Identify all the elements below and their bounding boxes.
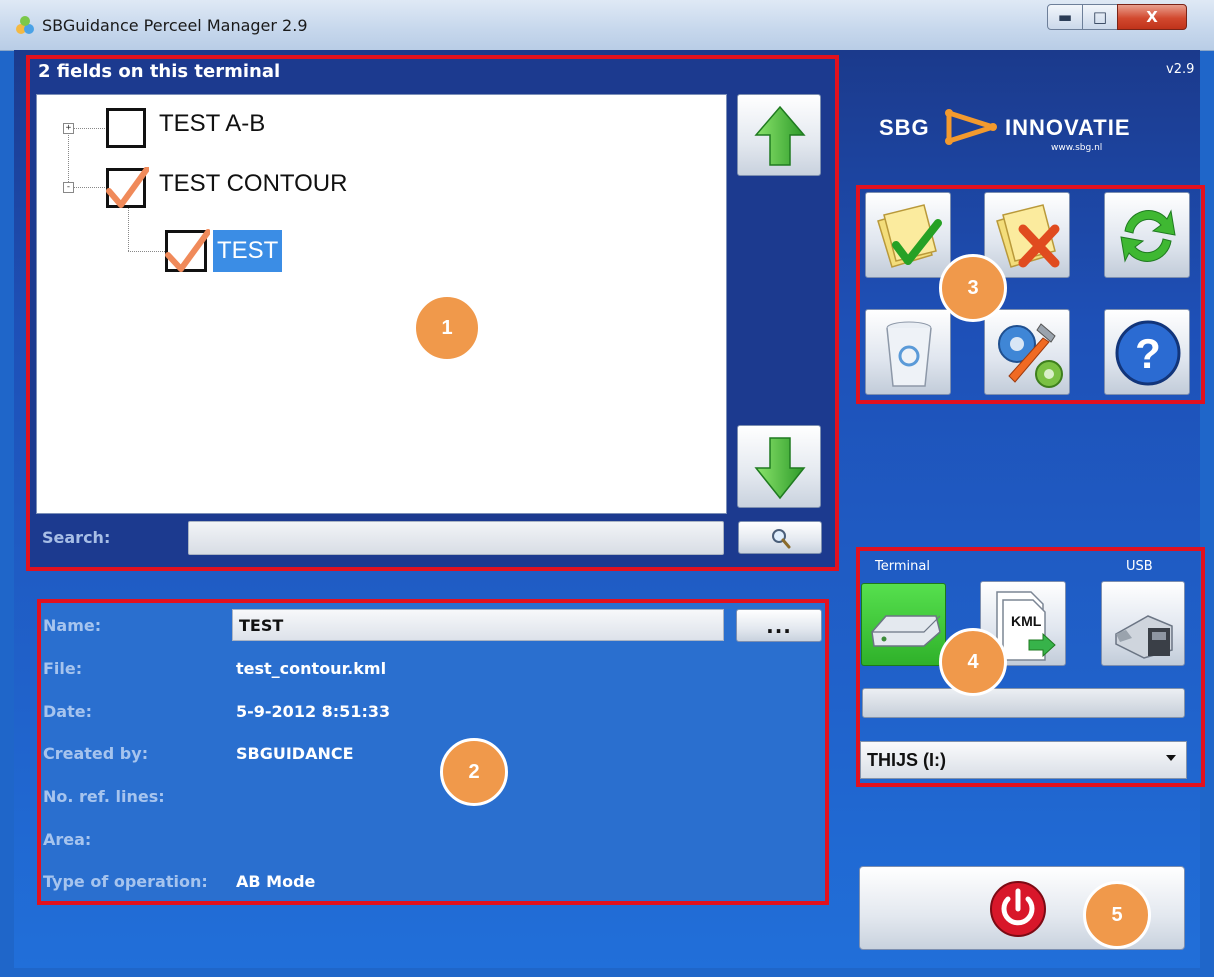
ref-lines-label: No. ref. lines:	[43, 787, 165, 806]
logo-arrow-icon	[945, 109, 997, 145]
settings-gears-icon	[998, 323, 1063, 388]
fields-panel-title: 2 fields on this terminal	[38, 61, 281, 82]
move-down-button[interactable]	[737, 425, 821, 508]
terminal-label: Terminal	[875, 559, 930, 574]
help-button[interactable]: ?	[1104, 309, 1190, 395]
callout-badge-4: 4	[939, 628, 1007, 696]
callout-badge-5: 5	[1083, 881, 1151, 949]
highlight-box-2	[37, 599, 829, 905]
sbg-logo: SBG INNOVATIE www.sbg.nl	[877, 105, 1181, 159]
field-tree[interactable]: + TEST A-B - TEST CONTOUR TEST	[36, 94, 727, 514]
created-by-label: Created by:	[43, 744, 149, 763]
usb-stick-icon	[1115, 615, 1173, 659]
arrow-down-icon	[754, 437, 806, 500]
name-field[interactable]	[232, 609, 724, 641]
tree-node-label[interactable]: TEST CONTOUR	[159, 170, 347, 198]
usb-label: USB	[1126, 559, 1153, 574]
delete-button[interactable]	[865, 309, 951, 395]
tree-connector	[128, 206, 129, 251]
kml-text: KML	[1011, 613, 1042, 629]
maximize-button[interactable]: □	[1082, 4, 1118, 30]
move-up-button[interactable]	[737, 94, 821, 176]
close-button[interactable]: X	[1117, 4, 1187, 30]
tree-node-label[interactable]: TEST A-B	[159, 110, 265, 138]
checkmark-icon	[106, 167, 149, 208]
logo-url: www.sbg.nl	[1051, 143, 1103, 153]
operation-value: AB Mode	[236, 872, 316, 891]
file-label: File:	[43, 659, 83, 678]
name-label: Name:	[43, 616, 102, 635]
tree-checkbox-test[interactable]	[165, 229, 210, 272]
settings-button[interactable]	[984, 309, 1070, 395]
tree-connector	[128, 251, 165, 252]
search-input[interactable]	[188, 521, 724, 555]
help-icon: ?	[1115, 320, 1181, 386]
app-icon	[16, 16, 34, 34]
document-accept-icon	[877, 204, 942, 268]
expand-icon[interactable]: +	[63, 123, 74, 134]
svg-text:?: ?	[1135, 330, 1161, 377]
collapse-icon[interactable]: -	[63, 182, 74, 193]
tree-connector	[68, 128, 69, 188]
title-bar: SBGuidance Perceel Manager 2.9 ▬ □ X	[0, 0, 1214, 51]
window-title: SBGuidance Perceel Manager 2.9	[42, 16, 308, 35]
tree-checkbox-test-a-b[interactable]	[106, 108, 146, 148]
logo-text-left: SBG	[879, 115, 930, 140]
accept-field-button[interactable]	[865, 192, 951, 278]
tree-connector	[73, 187, 105, 188]
minimize-icon: ▬	[1057, 8, 1073, 26]
created-by-value: SBGUIDANCE	[236, 744, 354, 763]
power-icon	[990, 881, 1046, 937]
recycle-bin-icon	[886, 321, 932, 387]
file-value: test_contour.kml	[236, 659, 387, 678]
version-label: v2.9	[1166, 62, 1195, 77]
maximize-icon: □	[1092, 8, 1108, 26]
callout-badge-1: 1	[413, 294, 481, 362]
operation-label: Type of operation:	[43, 872, 208, 891]
drive-select[interactable]: THIJS (I:)	[860, 741, 1187, 779]
logo-text-right: INNOVATIE	[1005, 115, 1131, 140]
magnifier-icon	[772, 529, 791, 549]
hard-drive-icon	[871, 615, 941, 647]
drive-select-value: THIJS (I:)	[867, 750, 946, 770]
usb-source-button[interactable]	[1101, 581, 1185, 666]
callout-badge-3: 3	[939, 254, 1007, 322]
search-button[interactable]	[738, 521, 822, 554]
terminal-source-button[interactable]	[861, 583, 946, 666]
tree-connector	[73, 128, 105, 129]
refresh-icon	[1120, 209, 1176, 263]
dropdown-arrow-icon	[1166, 755, 1176, 761]
date-label: Date:	[43, 702, 92, 721]
date-value: 5-9-2012 8:51:33	[236, 702, 391, 721]
area-label: Area:	[43, 830, 92, 849]
tree-checkbox-test-contour[interactable]	[106, 167, 149, 208]
transfer-progress-bar	[862, 688, 1185, 718]
arrow-up-icon	[754, 105, 806, 166]
minimize-button[interactable]: ▬	[1047, 4, 1083, 30]
browse-button[interactable]: ...	[736, 609, 822, 642]
callout-badge-2: 2	[440, 738, 508, 806]
close-icon: X	[1146, 8, 1158, 26]
refresh-button[interactable]	[1104, 192, 1190, 278]
search-label: Search:	[42, 528, 111, 547]
tree-node-label-selected[interactable]: TEST	[213, 230, 283, 272]
checkmark-icon	[165, 229, 210, 272]
